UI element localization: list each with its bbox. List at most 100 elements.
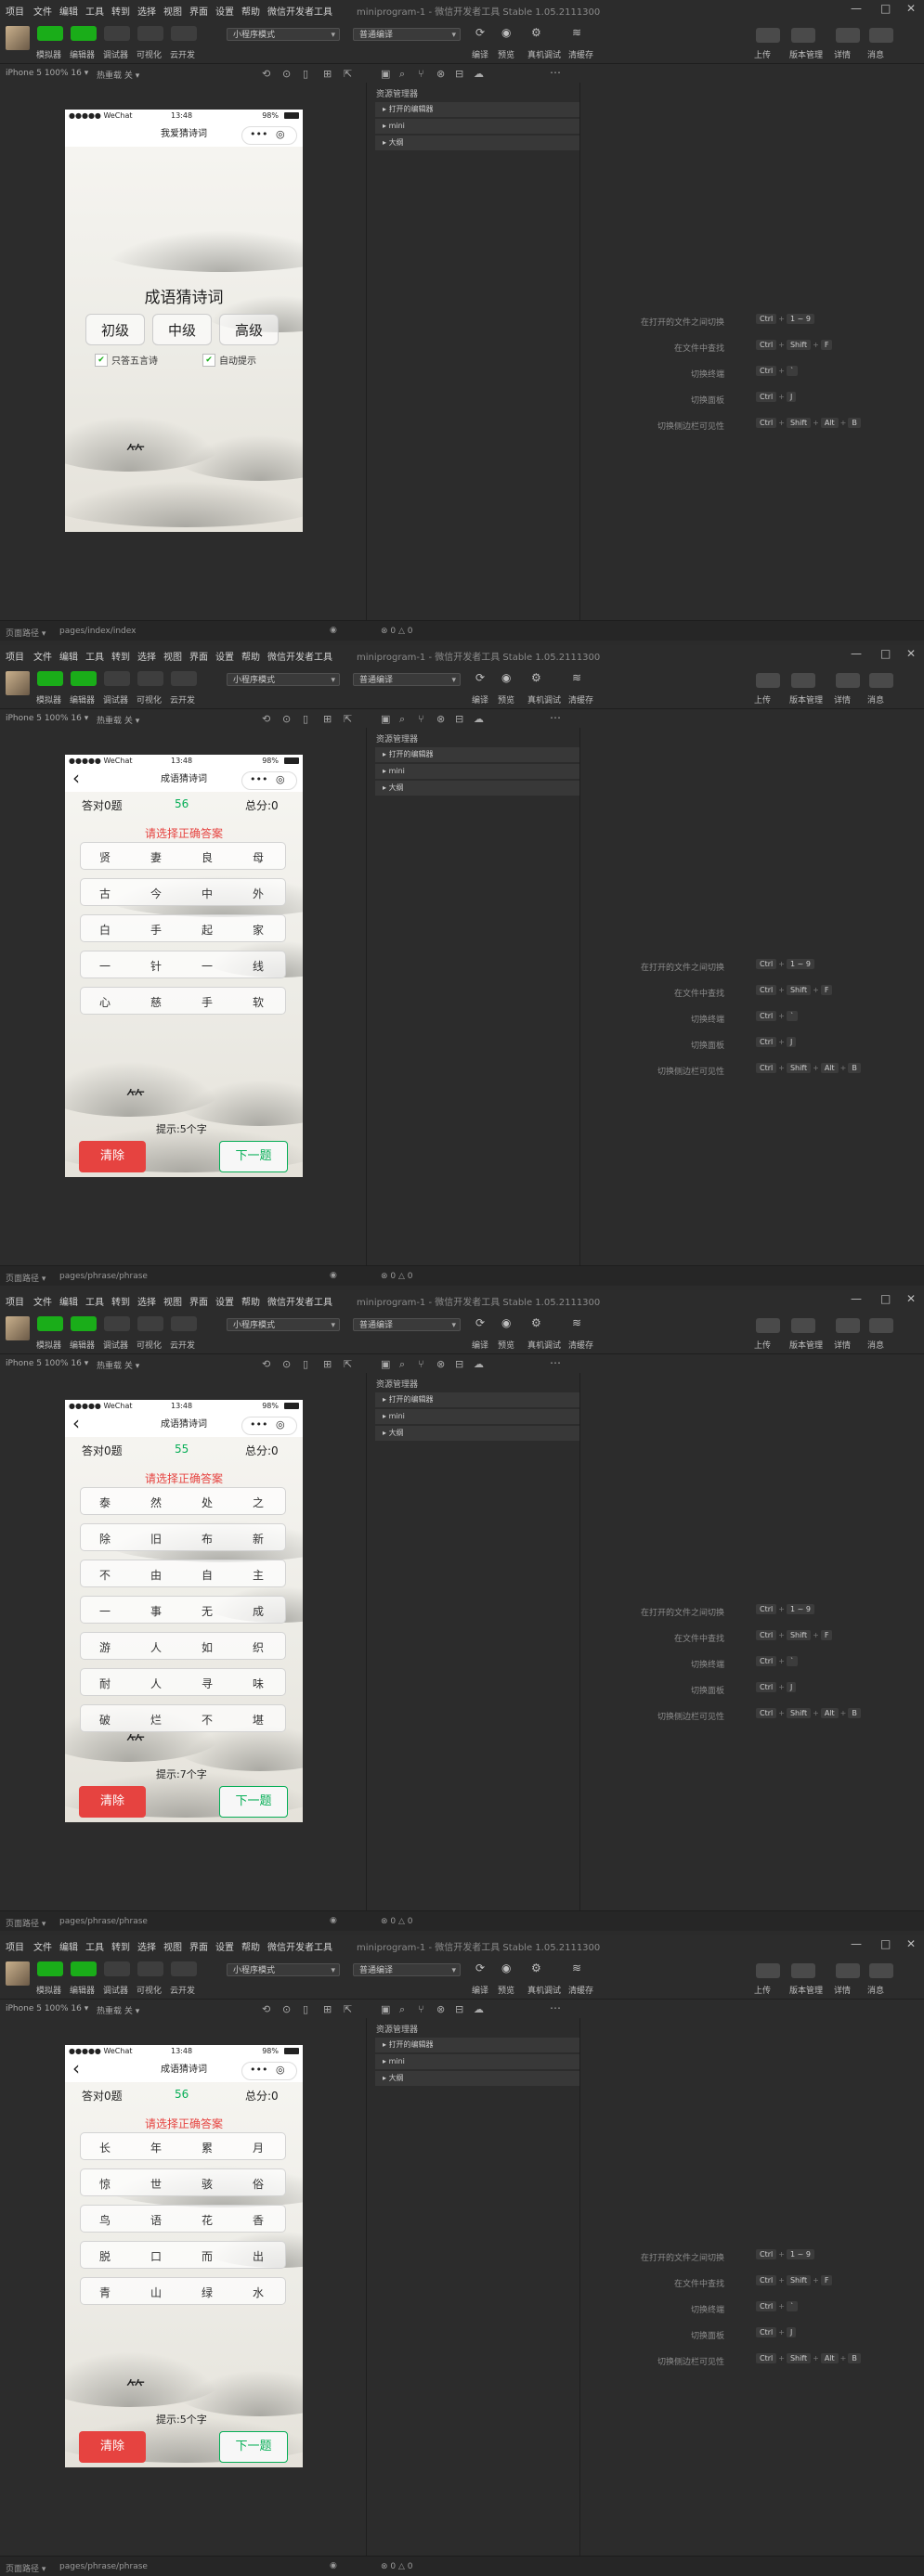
cloud-button[interactable] bbox=[171, 671, 197, 686]
capsule-menu[interactable]: ••• ◎ bbox=[241, 126, 297, 145]
char-cell[interactable]: 俗 bbox=[249, 2176, 267, 2192]
char-cell[interactable]: 而 bbox=[198, 2248, 216, 2264]
simulator-tool-icon[interactable]: ⇱ bbox=[344, 68, 352, 80]
menu-item[interactable]: 工具 bbox=[85, 4, 104, 18]
char-cell[interactable]: 口 bbox=[147, 2248, 165, 2264]
simulator-tool-icon[interactable]: ⊙ bbox=[282, 68, 291, 80]
simulator-tool-icon[interactable]: ▯ bbox=[303, 68, 308, 80]
explorer-item[interactable]: ▸ 大纲 bbox=[375, 2071, 579, 2086]
char-cell[interactable]: 主 bbox=[249, 1567, 267, 1583]
visualize-button[interactable] bbox=[137, 1961, 163, 1976]
char-cell[interactable]: 世 bbox=[147, 2176, 165, 2192]
char-cell[interactable]: 心 bbox=[96, 994, 114, 1010]
menu-item[interactable]: 视图 bbox=[163, 4, 182, 18]
simulator-tool-icon[interactable]: ⊞ bbox=[323, 68, 332, 80]
simulator-button[interactable] bbox=[37, 1961, 63, 1976]
minimize-icon[interactable]: — bbox=[851, 1292, 862, 1305]
page-path[interactable]: pages/phrase/phrase bbox=[59, 2562, 148, 2571]
real-debug-icon[interactable]: ⚙ bbox=[531, 671, 541, 684]
char-cell[interactable]: 年 bbox=[147, 2140, 165, 2155]
details-button[interactable] bbox=[836, 1318, 860, 1333]
char-cell[interactable]: 耐 bbox=[96, 1676, 114, 1691]
cloud-button[interactable] bbox=[171, 1316, 197, 1331]
char-cell[interactable]: 游 bbox=[96, 1639, 114, 1655]
simulator-button[interactable] bbox=[37, 1316, 63, 1331]
page-path-label[interactable]: 页面路径 ▾ bbox=[6, 1917, 46, 1929]
editor-button[interactable] bbox=[71, 1316, 97, 1331]
debugger-button[interactable] bbox=[104, 1316, 130, 1331]
menu-item[interactable]: 视图 bbox=[163, 649, 182, 663]
eye-icon[interactable]: ◉ bbox=[330, 2561, 337, 2570]
clear-cache-icon[interactable]: ≋ bbox=[572, 1316, 581, 1329]
menu-item[interactable]: 帮助 bbox=[241, 1939, 260, 1953]
explorer-item[interactable]: ▸ 打开的编辑器 bbox=[375, 2038, 579, 2052]
explorer-item[interactable]: ▸ mini bbox=[375, 1409, 579, 1424]
menu-item[interactable]: 文件 bbox=[33, 1294, 52, 1308]
menu-item[interactable]: 选择 bbox=[137, 1294, 156, 1308]
editor-button[interactable] bbox=[71, 1961, 97, 1976]
close-icon[interactable]: ✕ bbox=[906, 1292, 916, 1305]
char-cell[interactable]: 脱 bbox=[96, 2248, 114, 2264]
menu-item[interactable]: 界面 bbox=[189, 649, 208, 663]
simulator-tool-icon[interactable]: ⟲ bbox=[262, 1358, 270, 1370]
device-select[interactable]: iPhone 5 100% 16 ▾ bbox=[6, 714, 88, 723]
close-icon[interactable]: ✕ bbox=[906, 1937, 916, 1950]
char-cell[interactable]: 绿 bbox=[198, 2285, 216, 2300]
mode-select[interactable]: 小程序模式 bbox=[227, 28, 340, 42]
char-cell[interactable]: 今 bbox=[147, 886, 165, 901]
compile-mode-select[interactable]: 普通编译 bbox=[353, 1318, 461, 1332]
editor-tool-icon[interactable]: ⊗ bbox=[436, 2003, 445, 2015]
capsule-menu[interactable]: ••• ◎ bbox=[241, 771, 297, 790]
simulator-tool-icon[interactable]: ⇱ bbox=[344, 713, 352, 725]
maximize-icon[interactable]: □ bbox=[880, 647, 891, 660]
menu-item[interactable]: 编辑 bbox=[59, 1294, 78, 1308]
explorer-item[interactable]: ▸ 打开的编辑器 bbox=[375, 747, 579, 762]
char-cell[interactable]: 旧 bbox=[147, 1531, 165, 1547]
char-cell[interactable]: 外 bbox=[249, 886, 267, 901]
menu-item[interactable]: 项目 bbox=[6, 1294, 24, 1308]
char-cell[interactable]: 不 bbox=[198, 1712, 216, 1728]
menu-item[interactable]: 编辑 bbox=[59, 1939, 78, 1953]
editor-tool-icon[interactable]: ⊟ bbox=[455, 68, 463, 80]
menu-item[interactable]: 工具 bbox=[85, 1294, 104, 1308]
real-debug-icon[interactable]: ⚙ bbox=[531, 26, 541, 39]
eye-icon[interactable]: ◉ bbox=[330, 626, 337, 635]
upload-button[interactable] bbox=[756, 28, 780, 43]
mode-select[interactable]: 小程序模式 bbox=[227, 673, 340, 687]
compile-mode-select[interactable]: 普通编译 bbox=[353, 28, 461, 42]
more-dots-icon[interactable]: ••• bbox=[250, 2063, 267, 2078]
more-dots-icon[interactable]: ••• bbox=[250, 1417, 267, 1432]
avatar[interactable] bbox=[6, 26, 30, 50]
simulator-tool-icon[interactable]: ▯ bbox=[303, 2003, 308, 2015]
char-cell[interactable]: 手 bbox=[147, 922, 165, 938]
version-button[interactable] bbox=[791, 673, 815, 688]
editor-tool-icon[interactable]: ⌕ bbox=[399, 2003, 405, 2016]
char-cell[interactable]: 软 bbox=[249, 994, 267, 1010]
checkbox[interactable]: ✔ bbox=[202, 354, 215, 367]
menu-item[interactable]: 项目 bbox=[6, 1939, 24, 1953]
cloud-button[interactable] bbox=[171, 26, 197, 41]
hot-reload-select[interactable]: 热重载 关 ▾ bbox=[97, 69, 139, 81]
char-cell[interactable]: 烂 bbox=[147, 1712, 165, 1728]
debugger-button[interactable] bbox=[104, 671, 130, 686]
hot-reload-select[interactable]: 热重载 关 ▾ bbox=[97, 2004, 139, 2016]
simulator-tool-icon[interactable]: ⟲ bbox=[262, 68, 270, 80]
message-button[interactable] bbox=[869, 1963, 893, 1978]
char-cell[interactable]: 如 bbox=[198, 1639, 216, 1655]
editor-tool-icon[interactable]: ⑂ bbox=[418, 2003, 424, 2015]
char-cell[interactable]: 花 bbox=[198, 2212, 216, 2228]
explorer-item[interactable]: ▸ 大纲 bbox=[375, 136, 579, 150]
back-icon[interactable]: ‹ bbox=[72, 2056, 80, 2080]
minimize-icon[interactable]: — bbox=[851, 2, 862, 15]
explorer-item[interactable]: ▸ 大纲 bbox=[375, 1426, 579, 1441]
char-cell[interactable]: 无 bbox=[198, 1603, 216, 1619]
capsule-menu[interactable]: ••• ◎ bbox=[241, 2062, 297, 2080]
char-cell[interactable]: 中 bbox=[198, 886, 216, 901]
simulator-tool-icon[interactable]: ⟲ bbox=[262, 2003, 270, 2015]
editor-button[interactable] bbox=[71, 671, 97, 686]
version-button[interactable] bbox=[791, 1963, 815, 1978]
message-button[interactable] bbox=[869, 673, 893, 688]
menu-item[interactable]: 设置 bbox=[215, 649, 234, 663]
editor-tool-icon[interactable]: ⑂ bbox=[418, 713, 424, 725]
compile-icon[interactable]: ⟳ bbox=[475, 671, 485, 684]
